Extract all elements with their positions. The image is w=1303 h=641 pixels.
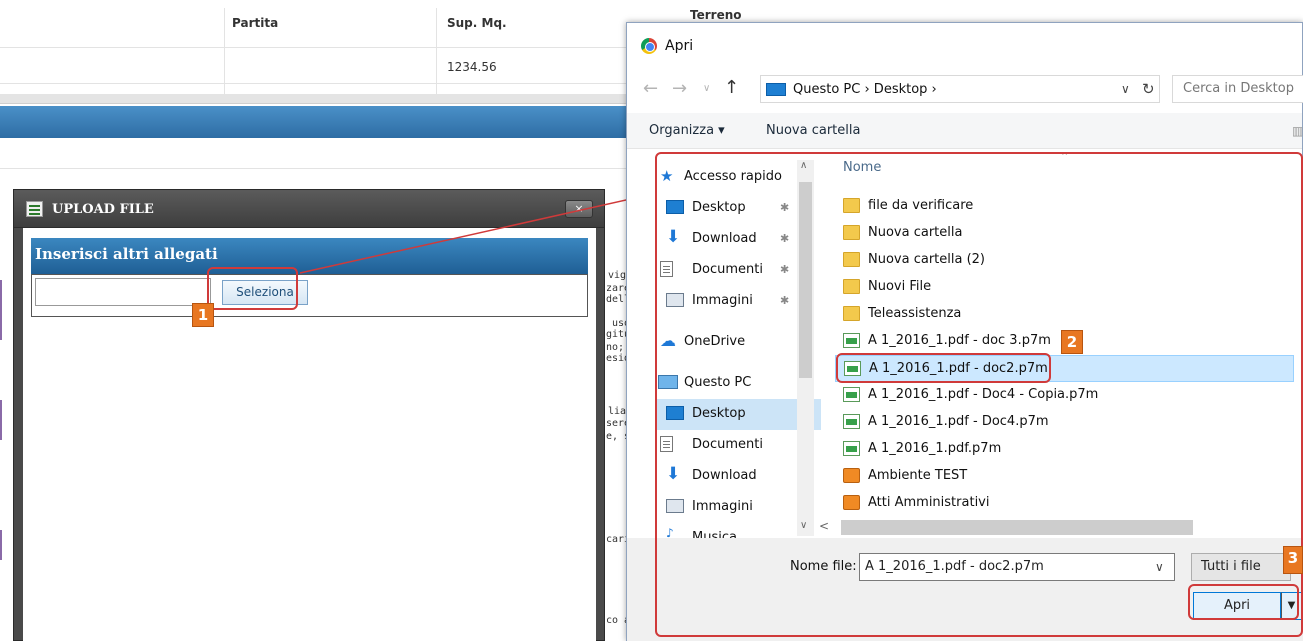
chrome-icon (641, 38, 657, 54)
forward-arrow-icon[interactable]: → (672, 78, 687, 99)
navigation-bar: ← → ∨ ↑ Questo PC › Desktop › ∨ ↻ Cerca … (627, 67, 1303, 111)
highlight-file-dialog (655, 152, 1303, 637)
dialog-titlebar[interactable]: Apri (627, 23, 1302, 65)
recent-dropdown-icon[interactable]: ∨ (703, 83, 710, 94)
search-input[interactable]: Cerca in Desktop (1172, 75, 1303, 103)
step-badge-2: 2 (1061, 330, 1083, 354)
highlight-step-2 (836, 353, 1051, 383)
refresh-icon[interactable]: ↻ (1142, 80, 1155, 98)
chevron-down-icon[interactable]: ∨ (1121, 82, 1130, 96)
step-badge-3: 3 (1283, 546, 1303, 574)
view-options-icon[interactable]: ▥ (1292, 124, 1303, 138)
address-bar[interactable]: Questo PC › Desktop › ∨ ↻ (760, 75, 1160, 103)
up-arrow-icon[interactable]: ↑ (724, 77, 739, 98)
address-path: Questo PC › Desktop › (793, 82, 937, 97)
dialog-title: Apri (665, 38, 694, 54)
desktop-icon (766, 83, 786, 96)
highlight-step-3 (1188, 584, 1299, 620)
back-arrow-icon[interactable]: ← (643, 78, 658, 99)
new-folder-button[interactable]: Nuova cartella (766, 123, 860, 138)
toolbar: Organizza ▾ Nuova cartella ▥ (627, 113, 1303, 149)
organize-menu[interactable]: Organizza ▾ (649, 123, 725, 138)
